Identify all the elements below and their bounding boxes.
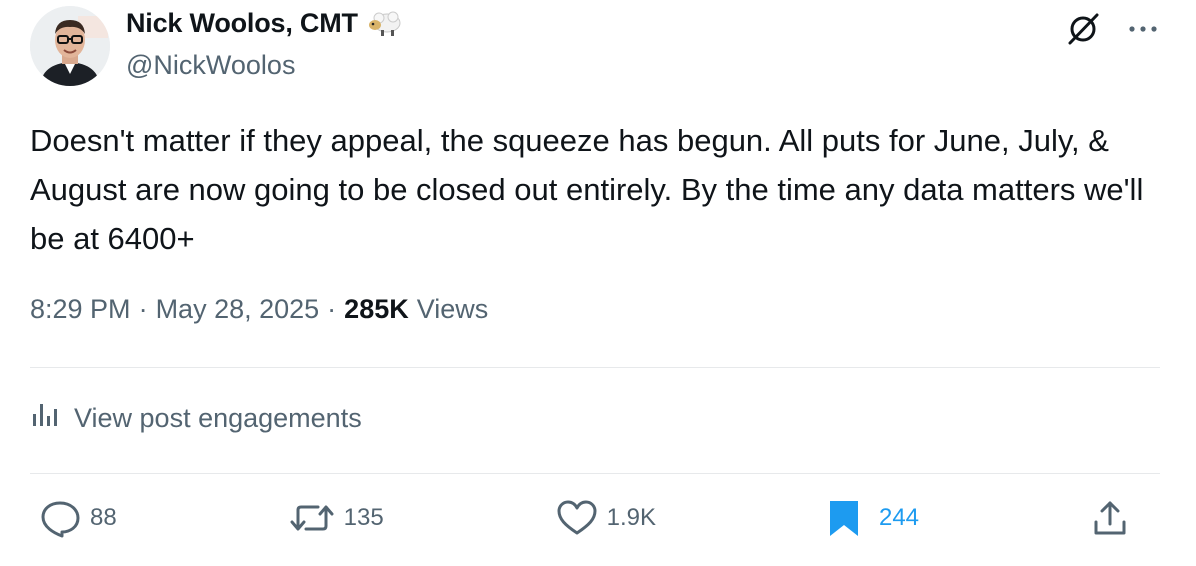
post-meta: 8:29 PM · May 28, 2025 · 285K Views bbox=[30, 294, 488, 325]
more-options-icon[interactable] bbox=[1128, 24, 1158, 34]
views-count: 285K bbox=[344, 294, 409, 324]
reply-button[interactable]: 88 bbox=[38, 498, 117, 538]
view-engagements-label: View post engagements bbox=[74, 403, 362, 433]
sheep-icon bbox=[366, 11, 402, 37]
share-icon bbox=[1090, 498, 1130, 538]
post-time[interactable]: 8:29 PM bbox=[30, 294, 131, 325]
bookmark-filled-icon bbox=[827, 498, 861, 538]
divider bbox=[30, 473, 1160, 474]
meta-separator: · bbox=[327, 294, 337, 324]
bookmark-count: 244 bbox=[878, 504, 920, 531]
repost-icon bbox=[288, 498, 336, 538]
bar-chart-icon bbox=[30, 402, 60, 435]
reply-count: 88 bbox=[90, 504, 117, 531]
heart-icon bbox=[555, 498, 599, 538]
bookmark-button[interactable]: 244 bbox=[827, 498, 919, 538]
grok-icon[interactable] bbox=[1064, 10, 1102, 48]
repost-count: 135 bbox=[343, 504, 384, 531]
post-top-actions bbox=[1064, 10, 1158, 48]
reply-icon bbox=[38, 498, 82, 538]
author-avatar[interactable] bbox=[30, 6, 110, 86]
post-text: Doesn't matter if they appeal, the squee… bbox=[30, 123, 1152, 256]
share-button[interactable] bbox=[1090, 498, 1150, 538]
repost-button[interactable]: 135 bbox=[288, 498, 384, 538]
divider bbox=[30, 367, 1160, 368]
meta-separator: · bbox=[138, 294, 148, 324]
views-label: Views bbox=[416, 294, 489, 324]
author-display-name[interactable]: Nick Woolos, CMT bbox=[126, 8, 358, 39]
post-date[interactable]: May 28, 2025 bbox=[156, 294, 320, 325]
post-action-bar: 88 135 1.9K 244 bbox=[38, 498, 1150, 538]
like-button[interactable]: 1.9K bbox=[555, 498, 656, 538]
author-name-row: Nick Woolos, CMT bbox=[126, 8, 402, 39]
author-handle[interactable]: @NickWoolos bbox=[126, 50, 295, 81]
view-engagements-link[interactable]: View post engagements bbox=[30, 402, 362, 435]
like-count: 1.9K bbox=[606, 504, 657, 531]
